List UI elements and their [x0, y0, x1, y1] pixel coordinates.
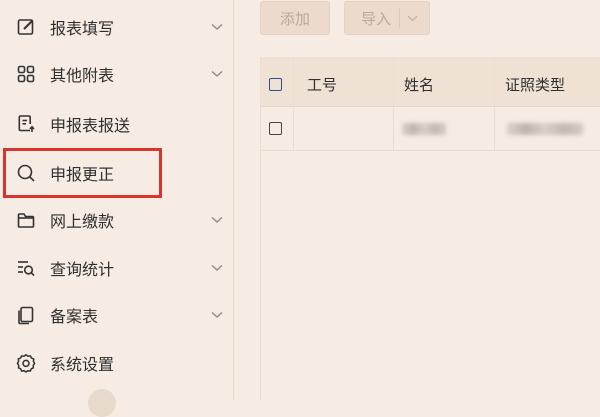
column-header-name[interactable]: 姓名 — [404, 74, 434, 95]
document-upload-icon — [16, 114, 36, 134]
column-header-id-type[interactable]: 证照类型 — [505, 74, 565, 95]
sidebar-item-online-payment[interactable]: 网上缴款 — [0, 197, 233, 243]
sidebar-item-report-fill[interactable]: 报表填写 — [0, 4, 233, 50]
copy-icon — [16, 305, 36, 325]
sidebar-item-label: 备案表 — [50, 307, 99, 326]
sidebar-item-label: 申报更正 — [50, 165, 115, 184]
sidebar-item-report-correction[interactable]: 申报更正 — [0, 150, 233, 196]
chevron-down-icon — [211, 71, 223, 77]
chevron-down-icon[interactable] — [407, 15, 418, 22]
table-header: 工号 姓名 证照类型 — [261, 57, 600, 107]
column-divider — [494, 57, 495, 107]
chevron-down-icon — [211, 312, 223, 318]
folder-icon — [16, 210, 36, 230]
sidebar-item-label: 网上缴款 — [50, 212, 115, 231]
sidebar-item-query-stats[interactable]: 查询统计 — [0, 245, 233, 291]
column-header-employee-id[interactable]: 工号 — [307, 74, 337, 95]
add-button-label: 添加 — [279, 9, 310, 28]
sidebar-item-label: 系统设置 — [50, 355, 115, 374]
column-divider — [293, 107, 294, 151]
column-divider — [393, 107, 394, 151]
column-divider — [494, 107, 495, 151]
sidebar: 报表填写 其他附表 申报表报送 申报更正 网上缴款 查询统计 备案表 系统设置 — [0, 0, 234, 417]
sidebar-item-label: 申报表报送 — [50, 116, 131, 135]
sidebar-item-report-submit[interactable]: 申报表报送 — [0, 101, 233, 147]
sidebar-item-label: 查询统计 — [50, 260, 115, 279]
column-divider — [393, 57, 394, 107]
edit-icon — [16, 17, 36, 37]
toolbar: 添加 导入 — [234, 0, 600, 42]
chevron-down-icon — [211, 265, 223, 271]
gear-icon — [16, 353, 36, 373]
column-divider — [293, 57, 294, 107]
sidebar-item-system-settings[interactable]: 系统设置 — [0, 340, 233, 386]
sidebar-item-other-schedules[interactable]: 其他附表 — [0, 51, 233, 97]
add-button[interactable]: 添加 — [260, 1, 330, 35]
grid-icon — [16, 64, 36, 84]
name-cell-redacted — [402, 123, 446, 135]
button-divider — [399, 8, 400, 28]
search-icon — [16, 163, 36, 183]
import-button-label: 导入 — [361, 9, 392, 28]
scroll-indicator — [88, 389, 116, 417]
sidebar-item-label: 报表填写 — [50, 19, 115, 38]
chevron-down-icon — [211, 217, 223, 223]
sidebar-item-filing-forms[interactable]: 备案表 — [0, 292, 233, 338]
chevron-down-icon — [211, 24, 223, 30]
row-checkbox[interactable] — [269, 122, 282, 135]
sidebar-item-label: 其他附表 — [50, 66, 115, 85]
employee-table: 工号 姓名 证照类型 — [260, 57, 600, 400]
import-button[interactable]: 导入 — [344, 1, 430, 35]
main-content: 添加 导入 工号 姓名 证照类型 — [234, 0, 600, 400]
table-row[interactable] — [261, 107, 600, 151]
id-type-cell-redacted — [507, 123, 583, 135]
list-search-icon — [16, 258, 36, 278]
select-all-checkbox[interactable] — [269, 78, 282, 91]
